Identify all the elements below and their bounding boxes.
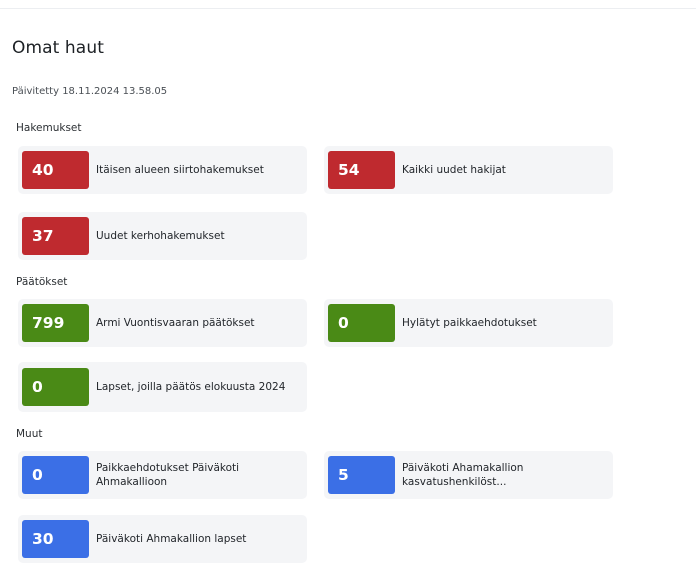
count-badge: 799 (22, 304, 89, 342)
search-card-hylatyt-paikkaehdotukset[interactable]: 0 Hylätyt paikkaehdotukset (324, 299, 613, 347)
search-card-itaisen-siirtohakemukset[interactable]: 40 Itäisen alueen siirtohakemukset (18, 146, 307, 194)
count-badge: 0 (22, 368, 89, 406)
search-card-ahamakallion-kasvatushenkilosto[interactable]: 5 Päiväkoti Ahamakallion kasvatushenkilö… (324, 451, 613, 499)
search-card-uudet-kerhohakemukset[interactable]: 37 Uudet kerhohakemukset (18, 212, 307, 260)
search-card-label: Itäisen alueen siirtohakemukset (96, 164, 264, 176)
search-card-armi-paatokset[interactable]: 799 Armi Vuontisvaaran päätökset (18, 299, 307, 347)
count-badge: 37 (22, 217, 89, 255)
search-card-label: Paikkaehdotukset Päiväkoti Ahmakallioon (96, 462, 240, 488)
section-title-paatokset: Päätökset (16, 276, 68, 288)
updated-timestamp: Päivitetty 18.11.2024 13.58.05 (12, 86, 168, 97)
count-badge: 0 (22, 456, 89, 494)
count-badge: 54 (328, 151, 395, 189)
search-card-label: Kaikki uudet hakijat (402, 164, 506, 176)
search-card-lapset-paatos-elokuusta[interactable]: 0 Lapset, joilla päätös elokuusta 2024 (18, 362, 307, 412)
search-card-label: Lapset, joilla päätös elokuusta 2024 (96, 381, 286, 393)
section-title-muut: Muut (16, 428, 43, 440)
count-badge: 40 (22, 151, 89, 189)
search-card-ahmakallion-lapset[interactable]: 30 Päiväkoti Ahmakallion lapset (18, 515, 307, 563)
top-divider (0, 8, 696, 9)
search-card-kaikki-uudet-hakijat[interactable]: 54 Kaikki uudet hakijat (324, 146, 613, 194)
search-card-label: Hylätyt paikkaehdotukset (402, 317, 537, 329)
search-card-label: Armi Vuontisvaaran päätökset (96, 317, 255, 329)
search-card-label: Päiväkoti Ahmakallion lapset (96, 533, 247, 545)
count-badge: 30 (22, 520, 89, 558)
search-card-label: Päiväkoti Ahamakallion kasvatushenkilöst… (402, 462, 524, 488)
count-badge: 0 (328, 304, 395, 342)
search-card-paikkaehdotukset-ahmakallio[interactable]: 0 Paikkaehdotukset Päiväkoti Ahmakallioo… (18, 451, 307, 499)
section-title-hakemukset: Hakemukset (16, 122, 82, 134)
count-badge: 5 (328, 456, 395, 494)
page-title: Omat haut (12, 38, 104, 58)
search-card-label: Uudet kerhohakemukset (96, 230, 225, 242)
